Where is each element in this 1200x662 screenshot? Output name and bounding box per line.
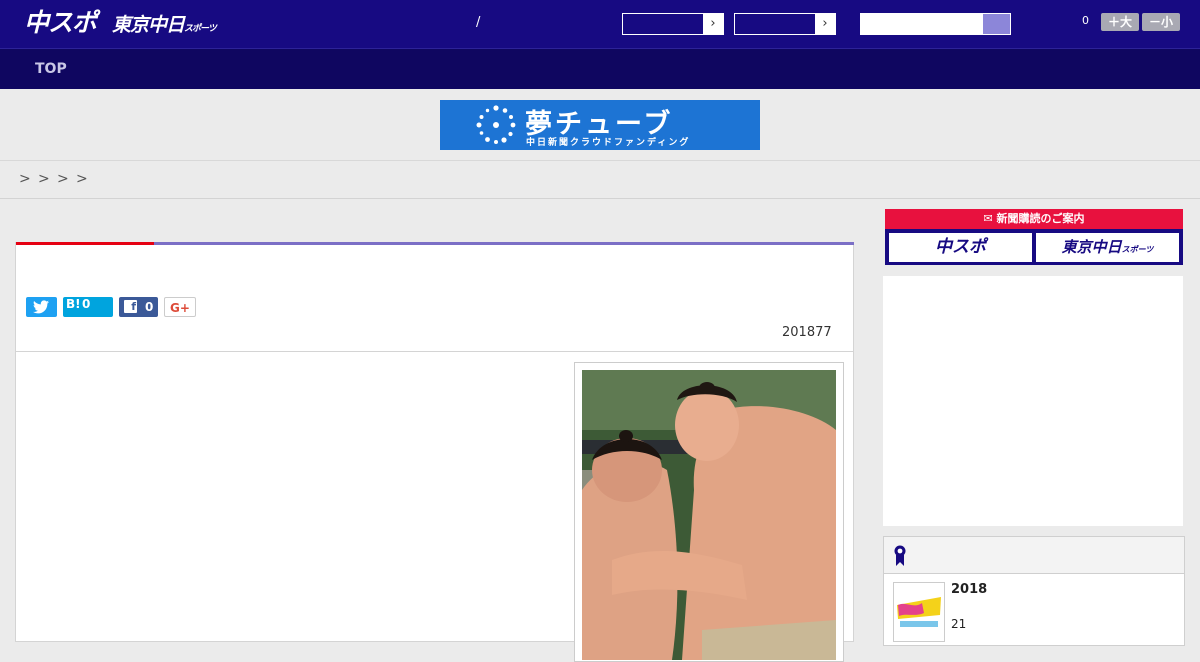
article-accent-red — [16, 242, 154, 245]
banner-subtitle: 中日新聞クラウドファンディング — [526, 138, 691, 148]
search-button[interactable] — [982, 13, 1011, 35]
article-accent-purple — [154, 242, 854, 245]
font-larger-button[interactable]: ＋大 — [1101, 13, 1139, 31]
subscribe-chuspo-button[interactable]: 中スポ — [889, 233, 1032, 262]
yume-tube-banner[interactable]: 夢チューブ 中日新聞クラウドファンディング — [440, 100, 760, 150]
ribbon-medal-icon — [894, 545, 906, 566]
chevron-right-icon: › — [703, 14, 723, 34]
like-count: 0 — [1082, 14, 1089, 27]
subscribe-tokyo-suffix: スポーツ — [1121, 245, 1154, 254]
google-plus-share-button[interactable]: G+ — [164, 297, 196, 317]
font-smaller-button[interactable]: －小 — [1142, 13, 1180, 31]
hatena-b-icon: B! — [66, 297, 81, 311]
subscribe-tokyo-button[interactable]: 東京中日スポーツ — [1036, 233, 1179, 262]
subscribe-tokyo-text: 東京中日 — [1061, 238, 1122, 256]
sports-logo-image — [894, 583, 944, 641]
google-plus-icon: G+ — [170, 301, 190, 315]
category-select-1[interactable]: › — [622, 13, 724, 35]
ranking-item-title[interactable]: 2018 — [951, 582, 987, 597]
facebook-count: 0 — [145, 300, 154, 314]
ranking-item-subtitle: 21 — [951, 617, 967, 631]
site-header: 中スポ 東京中日スポーツ / › › 0 ＋大 －小 — [0, 0, 1200, 48]
hatena-bookmark-button[interactable]: B! 0 — [63, 297, 113, 317]
article-divider — [16, 351, 853, 352]
tokyo-logo-text: 東京中日 — [112, 14, 185, 36]
sidebar-ad-slot — [883, 276, 1183, 526]
hatena-count: 0 — [82, 297, 91, 311]
breadcrumb-separator: > — [57, 171, 69, 187]
subscription-banner: ✉ 新聞購読のご案内 中スポ 東京中日スポーツ — [885, 209, 1183, 265]
breadcrumb-separator: > — [38, 171, 50, 187]
tokyo-chunichi-logo[interactable]: 東京中日スポーツ — [112, 10, 217, 44]
article-date: 201877 — [782, 325, 832, 340]
ranking-header — [884, 537, 1184, 574]
breadcrumb-separator: > — [19, 171, 31, 187]
subscription-header-text: 新聞購読のご案内 — [996, 212, 1085, 225]
twitter-bird-icon — [33, 300, 49, 314]
ad-bar: 夢チューブ 中日新聞クラウドファンディング — [0, 90, 1200, 161]
facebook-share-button[interactable]: f 0 — [119, 297, 158, 317]
breadcrumb: > > > > — [0, 161, 1200, 199]
ranking-thumbnail[interactable] — [893, 582, 945, 642]
header-separator: / — [476, 15, 481, 30]
sumo-wrestlers-image — [582, 370, 836, 660]
article-panel: B! 0 f 0 G+ 201877 — [15, 242, 854, 662]
search-input[interactable] — [860, 13, 982, 35]
facebook-f-icon: f — [124, 300, 137, 313]
nav-item-top[interactable]: TOP — [35, 61, 67, 77]
subscription-header: ✉ 新聞購読のご案内 — [885, 209, 1183, 229]
chevron-right-icon: › — [815, 14, 835, 34]
global-nav: TOP — [0, 48, 1200, 89]
twitter-share-button[interactable] — [26, 297, 57, 317]
article-photo-frame — [574, 362, 844, 662]
newspaper-icon: ✉ — [983, 212, 993, 225]
dots-circle-icon — [476, 105, 516, 144]
chuspo-logo[interactable]: 中スポ — [24, 8, 97, 38]
tokyo-logo-suffix: スポーツ — [184, 24, 217, 34]
sumo-photo[interactable] — [582, 370, 836, 660]
category-select-2[interactable]: › — [734, 13, 836, 35]
breadcrumb-separator: > — [76, 171, 88, 187]
